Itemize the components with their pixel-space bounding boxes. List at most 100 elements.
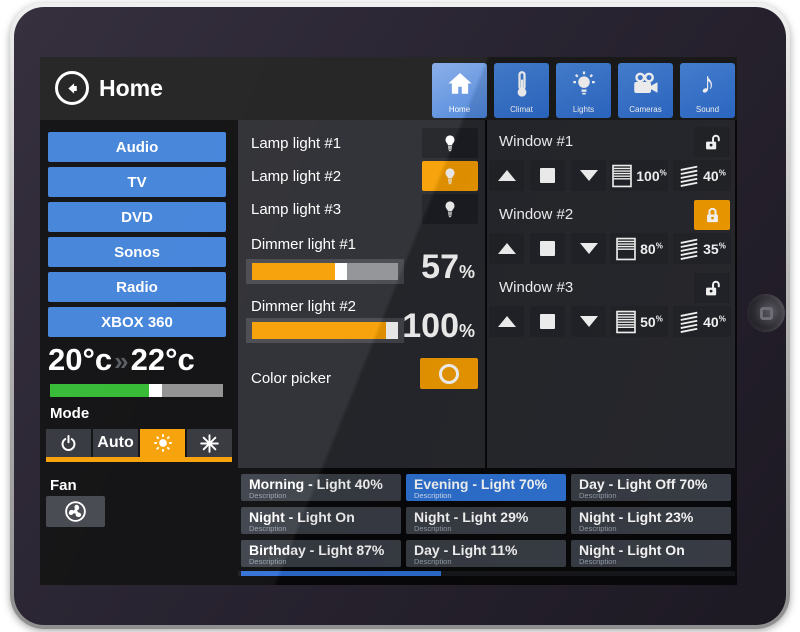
fan-button[interactable] (46, 496, 105, 527)
unlock-icon (702, 278, 723, 299)
scene-evening-light-70[interactable]: Evening - Light 70% Description (406, 474, 566, 501)
dimmer1-label: Dimmer light #1 (251, 236, 356, 253)
source-dvd-button[interactable]: DVD (48, 202, 226, 232)
window1-controls: 100% 40% (487, 160, 735, 191)
device-home-button[interactable] (747, 294, 785, 332)
mode-auto-button[interactable]: Auto (93, 429, 138, 457)
window1-up-button[interactable] (489, 160, 524, 191)
lamp1-label: Lamp light #1 (251, 135, 341, 152)
window2-down-button[interactable] (571, 233, 606, 264)
dimmer1-handle[interactable] (335, 263, 347, 280)
nav-cameras-button[interactable]: Cameras (618, 63, 673, 118)
nav-climat-label: Climat (510, 105, 533, 114)
nav-climat-button[interactable]: Climat (494, 63, 549, 118)
dimmer2-label: Dimmer light #2 (251, 298, 356, 315)
lamp2-toggle-button[interactable] (422, 161, 478, 191)
windows-panel: Window #1 100% 40% (487, 120, 735, 468)
nav-lights-button[interactable]: Lights (556, 63, 611, 118)
source-button-list: Audio TV DVD Sonos Radio XBOX 360 (48, 132, 226, 342)
source-radio-button[interactable]: Radio (48, 272, 226, 302)
nav-sound-button[interactable]: ♪ Sound (680, 63, 735, 118)
slats-icon (678, 237, 700, 261)
temperature-slider-fill (50, 384, 149, 397)
dimmer1-fill (252, 263, 335, 280)
power-icon (58, 433, 79, 454)
source-sonos-button[interactable]: Sonos (48, 237, 226, 267)
scene-night-light-on-2[interactable]: Night - Light On Description (571, 540, 731, 567)
fan-label: Fan (50, 477, 77, 494)
mode-accent-bar (46, 457, 232, 462)
scene-day-light-off-70[interactable]: Day - Light Off 70% Description (571, 474, 731, 501)
lamp3-toggle-button[interactable] (422, 194, 478, 224)
window2-slat-position: 35% (673, 233, 731, 264)
triangle-up-icon (498, 316, 516, 327)
window3-down-button[interactable] (571, 306, 606, 337)
color-ring-icon (439, 364, 459, 384)
window1-stop-button[interactable] (530, 160, 565, 191)
scene-scrollbar-track[interactable] (238, 571, 735, 576)
unlock-icon (702, 132, 723, 153)
dimmer1-track (252, 263, 398, 280)
sun-icon (152, 432, 174, 454)
color-picker-button[interactable] (420, 358, 478, 389)
blinds-icon (615, 237, 637, 261)
scene-night-light-on-1[interactable]: Night - Light On Description (241, 507, 401, 534)
stop-icon (540, 168, 555, 183)
mode-cool-button[interactable] (187, 429, 232, 457)
lamp3-label: Lamp light #3 (251, 201, 341, 218)
window1-down-button[interactable] (571, 160, 606, 191)
thermometer-icon (507, 63, 537, 105)
tablet-device: Home Home Climat (0, 0, 800, 632)
nav-lights-label: Lights (573, 105, 594, 114)
dimmer1-slider[interactable] (246, 259, 404, 284)
window3-up-button[interactable] (489, 306, 524, 337)
dimmer2-handle[interactable] (386, 322, 398, 339)
window2-up-button[interactable] (489, 233, 524, 264)
back-button[interactable] (55, 71, 89, 105)
lamp-row: Lamp light #1 (238, 128, 485, 158)
mode-heat-button[interactable] (140, 429, 185, 457)
nav-sound-label: Sound (696, 105, 719, 114)
scene-night-light-29[interactable]: Night - Light 29% Description (406, 507, 566, 534)
scene-day-light-11[interactable]: Day - Light 11% Description (406, 540, 566, 567)
scene-scrollbar-thumb[interactable] (241, 571, 441, 576)
current-temperature: 20°c (48, 342, 112, 378)
window2-lock-button[interactable] (694, 200, 730, 230)
source-tv-button[interactable]: TV (48, 167, 226, 197)
mode-off-button[interactable] (46, 429, 91, 457)
nav-home-label: Home (449, 105, 470, 114)
window2-blind-position: 80% (610, 233, 668, 264)
window3-lock-button[interactable] (694, 273, 730, 303)
lamp1-toggle-button[interactable] (422, 128, 478, 158)
home-button-icon (760, 307, 773, 320)
top-navigation: Home Climat Lights (432, 63, 735, 118)
source-xbox-button[interactable]: XBOX 360 (48, 307, 226, 337)
window3-label: Window #3 (499, 273, 573, 303)
scene-morning-light-40[interactable]: Morning - Light 40% Description (241, 474, 401, 501)
window3-stop-button[interactable] (530, 306, 565, 337)
scene-birthday-light-87[interactable]: Birthday - Light 87% Description (241, 540, 401, 567)
window1-lock-button[interactable] (694, 127, 730, 157)
nav-home-button[interactable]: Home (432, 63, 487, 118)
scene-night-light-23[interactable]: Night - Light 23% Description (571, 507, 731, 534)
blinds-icon (615, 310, 637, 334)
temperature-slider[interactable] (50, 384, 223, 397)
slats-icon (678, 310, 700, 334)
temperature-slider-handle[interactable] (149, 384, 162, 397)
bulb-rays-icon (569, 63, 599, 105)
video-camera-icon (631, 63, 661, 105)
lamp-row: Lamp light #3 (238, 194, 485, 224)
blinds-icon (611, 164, 633, 188)
dimmer2-slider[interactable] (246, 318, 404, 343)
lights-panel: Lamp light #1 Lamp light #2 Lamp light #… (238, 120, 485, 468)
dimmer2-value: 100% (402, 307, 475, 346)
window1-section: Window #1 100% 40% (487, 120, 735, 193)
dimmer2-track (252, 322, 398, 339)
window2-stop-button[interactable] (530, 233, 565, 264)
window1-label: Window #1 (499, 127, 573, 157)
temperature-arrow: » (114, 346, 128, 377)
bulb-icon (440, 199, 460, 219)
source-audio-button[interactable]: Audio (48, 132, 226, 162)
color-picker-label: Color picker (251, 370, 331, 387)
back-arrow-icon (63, 79, 82, 98)
